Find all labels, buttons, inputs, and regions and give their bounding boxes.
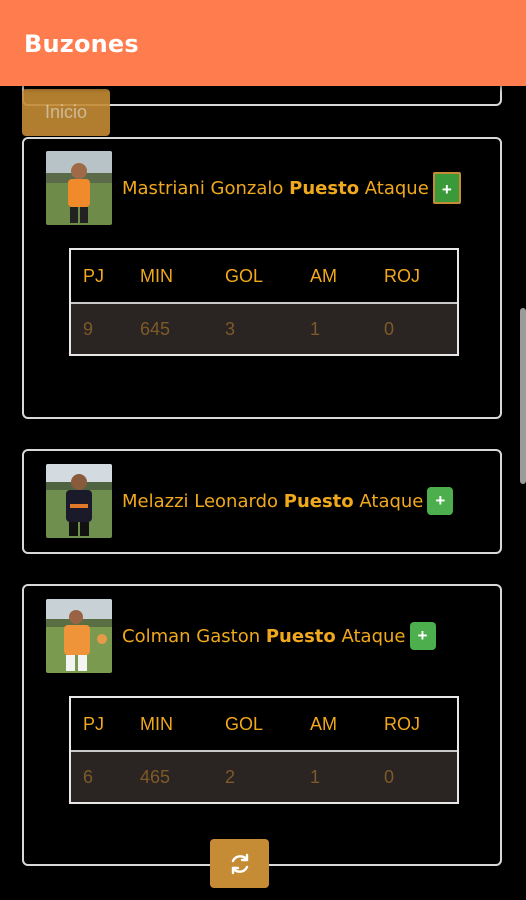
player-card: Melazzi Leonardo Puesto Ataque + — [22, 449, 502, 554]
value-min: 465 — [140, 766, 171, 787]
refresh-icon — [231, 853, 248, 874]
header-gol: GOL — [225, 265, 264, 286]
puesto-label: Puesto — [265, 625, 336, 647]
player-header: Mastriani Gonzalo Puesto Ataque + — [46, 151, 461, 225]
header-roj: ROJ — [384, 713, 420, 734]
player-header: Melazzi Leonardo Puesto Ataque + — [46, 464, 454, 538]
stats-table: PJ MIN GOL AM ROJ 9 645 3 1 0 — [69, 248, 459, 356]
header-am: AM — [310, 713, 337, 734]
player-name-line: Mastriani Gonzalo Puesto Ataque — [122, 178, 429, 199]
value-gol: 2 — [225, 766, 236, 787]
add-player-button[interactable]: + — [409, 622, 436, 650]
value-am: 1 — [310, 766, 321, 787]
header-min: MIN — [140, 265, 173, 286]
header-pj: PJ — [83, 713, 105, 734]
header-min: MIN — [140, 713, 173, 734]
app-title: Buzones — [24, 30, 139, 58]
player-position: Ataque — [341, 625, 406, 647]
header-roj: ROJ — [384, 265, 420, 286]
player-photo — [46, 599, 112, 673]
header-gol: GOL — [225, 713, 264, 734]
scrollbar[interactable] — [520, 308, 526, 484]
refresh-button[interactable] — [210, 839, 269, 888]
player-header: Colman Gaston Puesto Ataque + — [46, 599, 436, 673]
stats-header-row: PJ MIN GOL AM ROJ — [71, 698, 457, 752]
value-gol: 3 — [225, 318, 236, 339]
stats-value-row: 6 465 2 1 0 — [71, 752, 457, 802]
player-position: Ataque — [364, 177, 429, 199]
add-player-button[interactable]: + — [432, 172, 461, 204]
puesto-label: Puesto — [283, 490, 354, 512]
player-name: Melazzi Leonardo — [122, 490, 279, 512]
value-pj: 6 — [83, 766, 94, 787]
stats-header-row: PJ MIN GOL AM ROJ — [71, 250, 457, 304]
value-pj: 9 — [83, 318, 94, 339]
player-card: Colman Gaston Puesto Ataque + PJ MIN GOL… — [22, 584, 502, 866]
inicio-button[interactable]: Inicio — [22, 89, 110, 136]
value-min: 645 — [140, 318, 171, 339]
stats-table: PJ MIN GOL AM ROJ 6 465 2 1 0 — [69, 696, 459, 804]
player-name: Colman Gaston — [122, 625, 261, 647]
value-roj: 0 — [384, 318, 395, 339]
header-am: AM — [310, 265, 337, 286]
player-name-line: Melazzi Leonardo Puesto Ataque — [122, 491, 423, 512]
stats-value-row: 9 645 3 1 0 — [71, 304, 457, 354]
player-photo — [46, 151, 112, 225]
player-position: Ataque — [359, 490, 424, 512]
header-pj: PJ — [83, 265, 105, 286]
add-player-button[interactable]: + — [427, 487, 454, 515]
app-bar: Buzones — [0, 0, 526, 86]
player-photo — [46, 464, 112, 538]
value-roj: 0 — [384, 766, 395, 787]
value-am: 1 — [310, 318, 321, 339]
player-name: Mastriani Gonzalo — [122, 177, 284, 199]
player-name-line: Colman Gaston Puesto Ataque — [122, 626, 406, 647]
player-card: Mastriani Gonzalo Puesto Ataque + PJ MIN… — [22, 137, 502, 419]
puesto-label: Puesto — [289, 177, 360, 199]
